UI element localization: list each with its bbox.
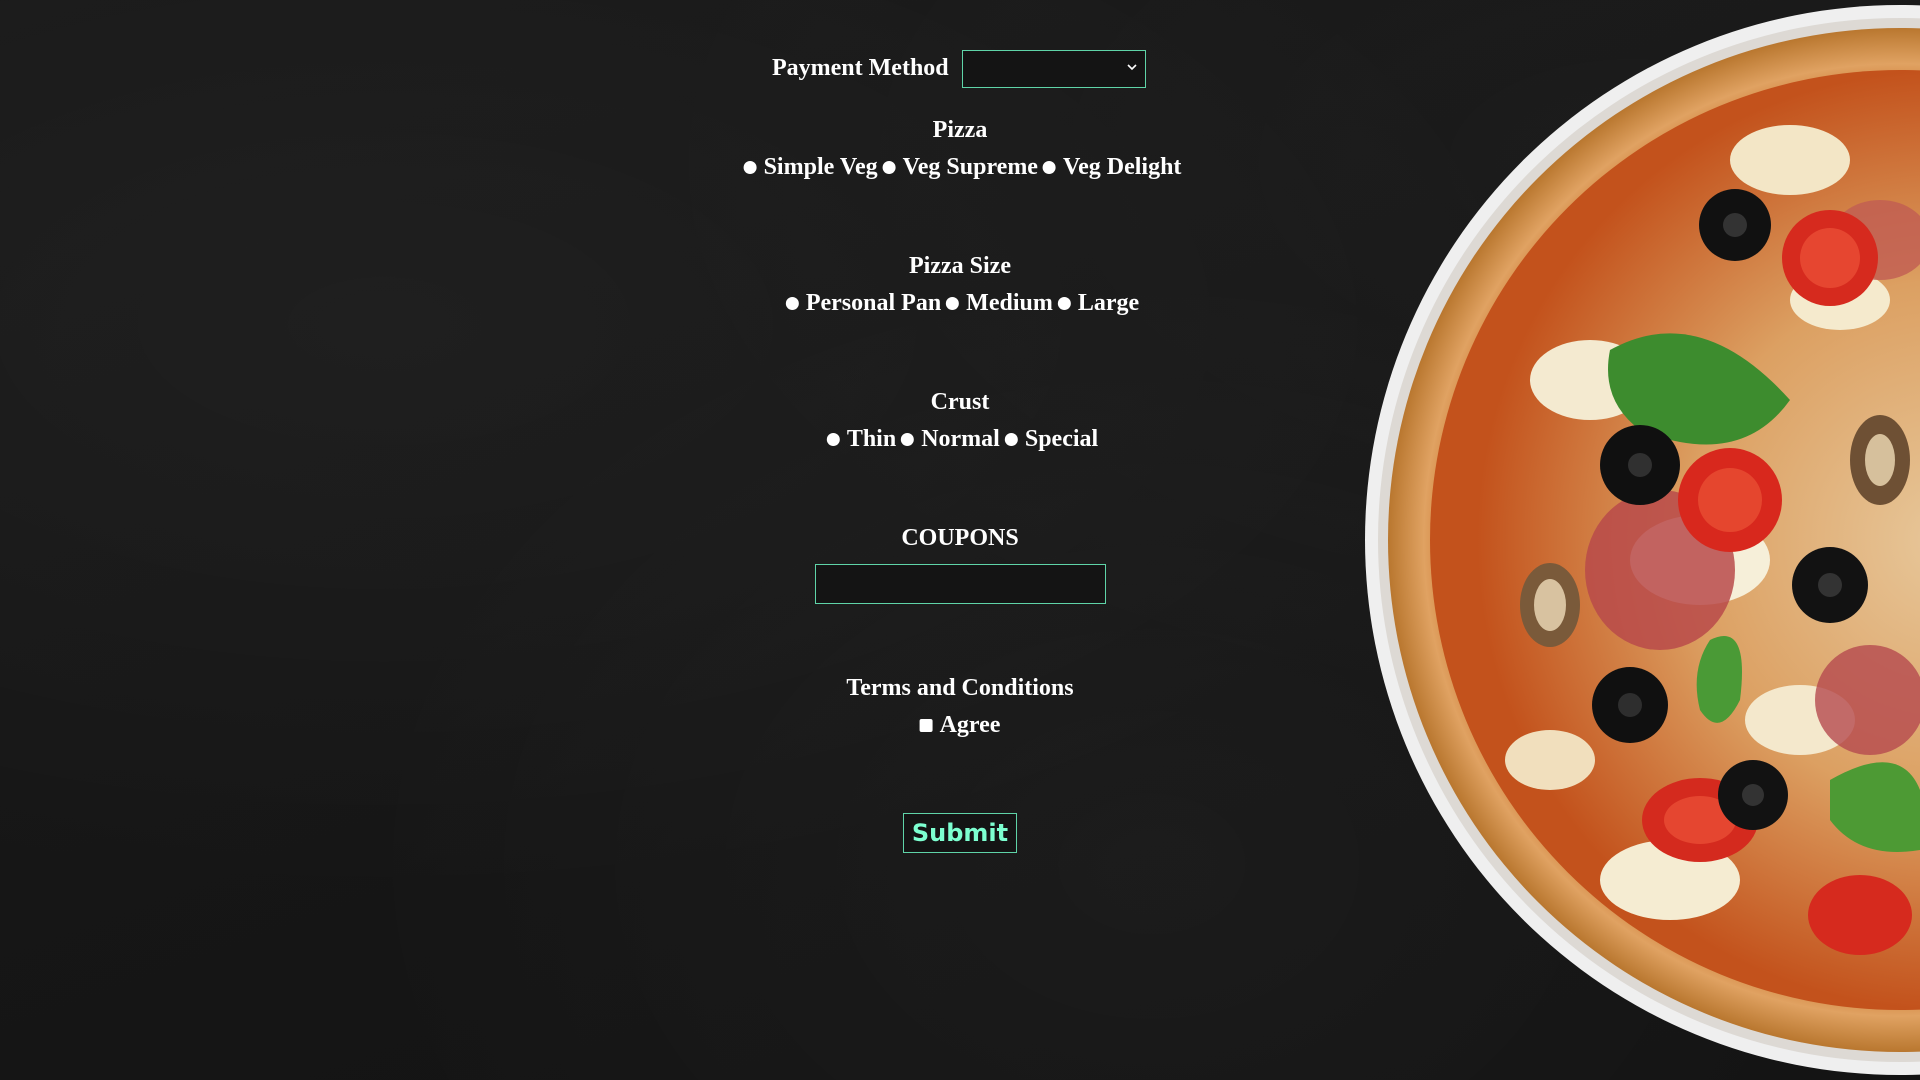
size-option-personal-pan[interactable]: Personal Pan	[781, 290, 941, 317]
coupons-heading: COUPONS	[901, 525, 1019, 551]
submit-button[interactable]: Submit	[903, 813, 1017, 853]
coupon-input[interactable]	[815, 564, 1106, 604]
pizza-size-options: Personal Pan Medium Large	[781, 290, 1139, 317]
crust-options: Thin Normal Special	[822, 426, 1098, 453]
option-label: Medium	[966, 290, 1053, 316]
crust-option-special[interactable]: Special	[1000, 426, 1098, 453]
agree-checkbox[interactable]	[919, 719, 933, 732]
pizza-size-heading: Pizza Size	[909, 253, 1011, 279]
pizza-heading: Pizza	[932, 117, 988, 143]
radio-button[interactable]	[785, 297, 799, 310]
option-label: Special	[1024, 426, 1099, 452]
radio-button[interactable]	[1042, 161, 1056, 174]
terms-heading: Terms and Conditions	[846, 675, 1074, 701]
option-label: Personal Pan	[805, 290, 942, 316]
order-form: Payment Method Pizza Simple Veg Veg Supr…	[0, 0, 1920, 1080]
radio-button[interactable]	[901, 433, 915, 446]
option-label: Veg Delight	[1062, 154, 1182, 180]
chevron-down-icon	[1126, 60, 1138, 72]
radio-button[interactable]	[743, 161, 757, 174]
payment-method-select[interactable]	[962, 50, 1146, 88]
terms-agree-row: Agree	[919, 712, 1001, 739]
option-label: Thin	[846, 426, 897, 452]
option-label: Large	[1077, 290, 1140, 316]
agree-label: Agree	[939, 712, 1001, 738]
pizza-option-simple-veg[interactable]: Simple Veg	[739, 154, 878, 181]
agree-checkbox-label[interactable]: Agree	[919, 712, 1001, 739]
option-label: Simple Veg	[763, 154, 878, 180]
crust-option-thin[interactable]: Thin	[822, 426, 896, 453]
option-label: Normal	[921, 426, 1000, 452]
radio-button[interactable]	[1004, 433, 1018, 446]
radio-button[interactable]	[826, 433, 840, 446]
radio-button[interactable]	[882, 161, 896, 174]
radio-button[interactable]	[1057, 297, 1071, 310]
pizza-option-veg-delight[interactable]: Veg Delight	[1038, 154, 1181, 181]
crust-heading: Crust	[930, 389, 990, 415]
payment-method-label: Payment Method	[772, 55, 949, 81]
option-label: Veg Supreme	[902, 154, 1038, 180]
radio-button[interactable]	[946, 297, 960, 310]
size-option-medium[interactable]: Medium	[941, 290, 1053, 317]
pizza-options: Simple Veg Veg Supreme Veg Delight	[739, 154, 1181, 181]
crust-option-normal[interactable]: Normal	[896, 426, 1000, 453]
size-option-large[interactable]: Large	[1053, 290, 1139, 317]
pizza-option-veg-supreme[interactable]: Veg Supreme	[878, 154, 1038, 181]
